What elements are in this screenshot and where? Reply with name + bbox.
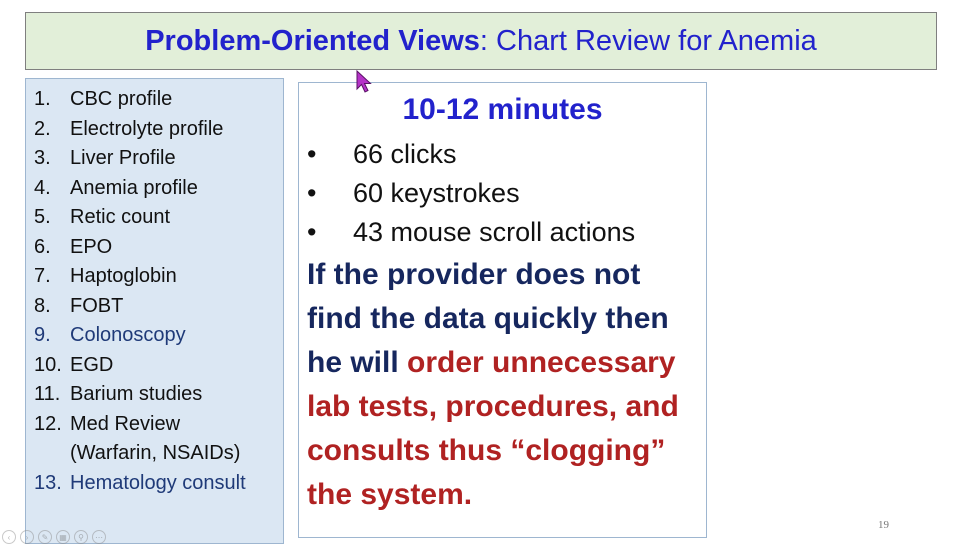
zoom-icon[interactable]: ⚲ — [74, 530, 88, 544]
slide-title-rest: : Chart Review for Anemia — [479, 24, 817, 57]
list-item: • 66 clicks — [307, 135, 635, 174]
slide-title-bold: Problem-Oriented Views — [145, 24, 480, 57]
pen-icon[interactable]: ✎ — [38, 530, 52, 544]
metrics-list: • 66 clicks • 60 keystrokes • 43 mouse scro… — [307, 135, 635, 252]
next-slide-icon[interactable]: › — [20, 530, 34, 544]
list-item: • 43 mouse scroll actions — [307, 213, 635, 252]
slideshow-toolbar: ‹ › ✎ ▦ ⚲ ⋯ — [2, 530, 106, 544]
list-item: 4. Anemia profile — [34, 176, 198, 199]
list-item: 3. Liver Profile — [34, 147, 176, 169]
mouse-pointer-icon — [356, 70, 372, 93]
duration-heading: 10-12 minutes — [402, 93, 603, 126]
list-item: 9. Colonoscopy — [34, 324, 186, 346]
list-item: 2. Electrolyte profile — [34, 117, 224, 140]
chart-review-checklist: 1. CBC profile 2. Electrolyte profile 3. Li… — [25, 78, 284, 544]
list-item: 1. CBC profile — [34, 88, 173, 110]
list-item: 13. Hematology consult — [34, 471, 246, 494]
slide-number: 19 — [878, 519, 889, 531]
list-item: 8. FOBT — [34, 294, 124, 317]
warning-statement: If the provider does not find the data q… — [307, 253, 702, 517]
more-options-icon[interactable]: ⋯ — [92, 530, 106, 544]
list-item: (Warfarin, NSAIDs) — [70, 442, 241, 464]
list-item: 11. Barium studies — [34, 383, 203, 405]
list-item: • 60 keystrokes — [307, 174, 635, 213]
bullet-icon: • — [307, 217, 317, 247]
slides-grid-icon[interactable]: ▦ — [56, 530, 70, 544]
list-item: 6. EPO — [34, 235, 113, 258]
list-item: 5. Retic count — [34, 206, 171, 228]
list-item: 7. Haptoglobin — [34, 265, 177, 287]
bullet-icon: • — [307, 178, 317, 208]
slide-title: Problem-Oriented Views: Chart Review for… — [25, 12, 937, 70]
bullet-icon: • — [307, 139, 317, 169]
checklist-list: 1. CBC profile 2. Electrolyte profile 3. Li… — [26, 79, 283, 498]
list-item: 12. Med Review — [34, 412, 181, 435]
list-item: 10. EGD — [34, 353, 114, 376]
metrics-panel: 10-12 minutes • 66 clicks • 60 keystrokes … — [298, 82, 707, 538]
previous-slide-icon[interactable]: ‹ — [2, 530, 16, 544]
